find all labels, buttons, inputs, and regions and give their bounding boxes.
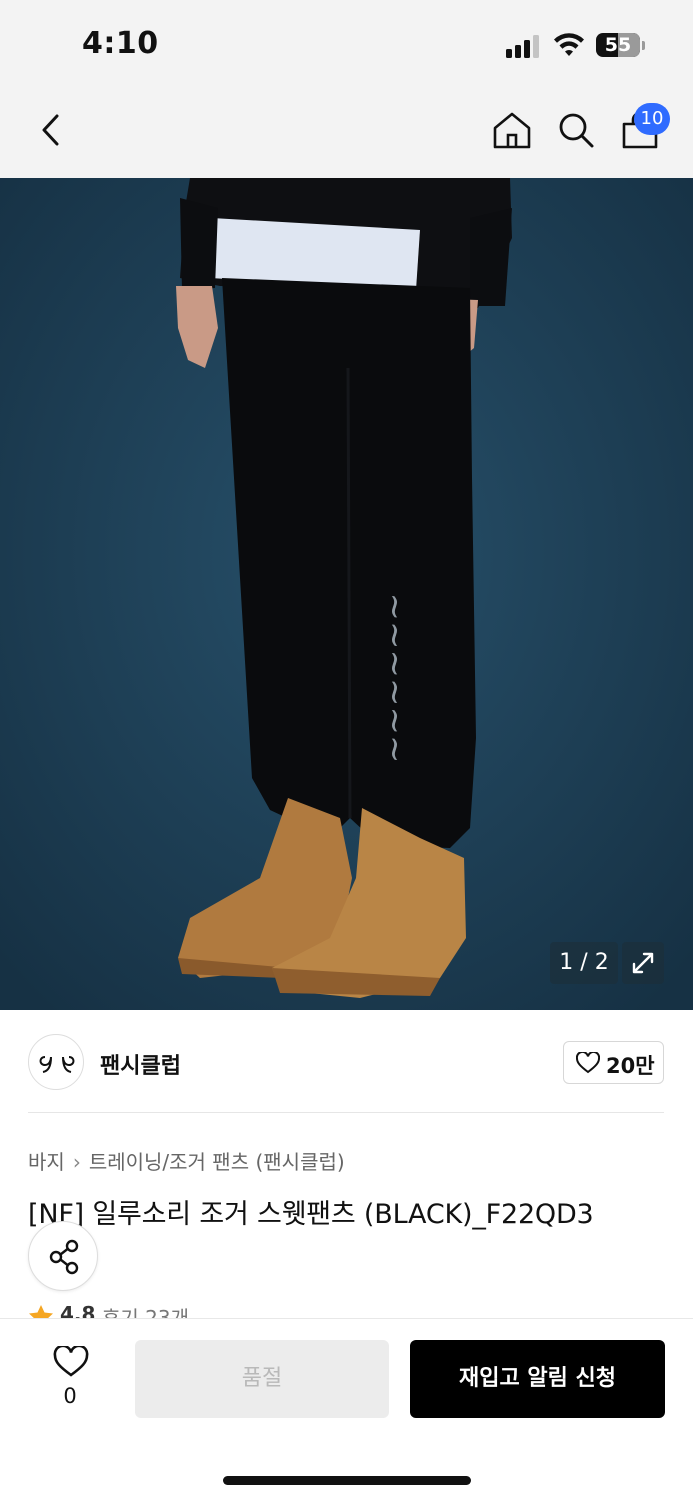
brand-logo[interactable] — [28, 1034, 84, 1090]
battery-level: 55 — [604, 34, 632, 56]
chevron-left-icon[interactable] — [30, 108, 74, 152]
brand-like-button[interactable]: 20만 — [563, 1041, 664, 1084]
status-time: 4:10 — [82, 26, 159, 61]
home-indicator — [223, 1476, 471, 1485]
cart-count-badge: 10 — [634, 103, 670, 135]
divider — [28, 1112, 664, 1113]
breadcrumb: 바지 › 트레이닝/조거 팬츠 (팬시클럽) — [28, 1146, 345, 1175]
product-photo: ~~~~~~ — [0, 178, 693, 1010]
soldout-button: 품절 — [135, 1340, 389, 1418]
home-icon[interactable] — [490, 108, 534, 152]
battery-icon: 55 — [596, 33, 646, 59]
breadcrumb-category[interactable]: 바지 — [28, 1150, 65, 1174]
share-icon — [49, 1239, 79, 1275]
signal-icon — [506, 34, 542, 58]
wish-count: 0 — [63, 1384, 77, 1408]
status-bar: 4:10 55 — [0, 0, 693, 90]
brand-name[interactable]: 팬시클럽 — [100, 1048, 181, 1080]
brand-like-count: 20만 — [606, 1054, 655, 1078]
brand-logo-icon — [39, 1056, 75, 1073]
wifi-icon — [554, 33, 584, 56]
search-icon[interactable] — [554, 108, 598, 152]
product-title: [NF] 일루소리 조거 스웻팬츠 (BLACK)_F22QD3 — [28, 1199, 594, 1230]
svg-text:~~~~~~: ~~~~~~ — [375, 593, 415, 764]
heart-icon — [576, 1052, 600, 1074]
chevron-right-icon: › — [72, 1150, 81, 1174]
expand-icon[interactable] — [622, 942, 664, 984]
breadcrumb-subcategory[interactable]: 트레이닝/조거 팬츠 (팬시클럽) — [89, 1150, 345, 1174]
image-counter: 1 / 2 — [550, 942, 618, 984]
product-image[interactable]: ~~~~~~ — [0, 178, 693, 1010]
nav-bar — [0, 90, 693, 178]
wish-button[interactable]: 0 — [40, 1340, 100, 1420]
heart-icon — [53, 1346, 89, 1377]
restock-alert-button[interactable]: 재입고 알림 신청 — [410, 1340, 665, 1418]
share-button[interactable] — [28, 1221, 98, 1291]
